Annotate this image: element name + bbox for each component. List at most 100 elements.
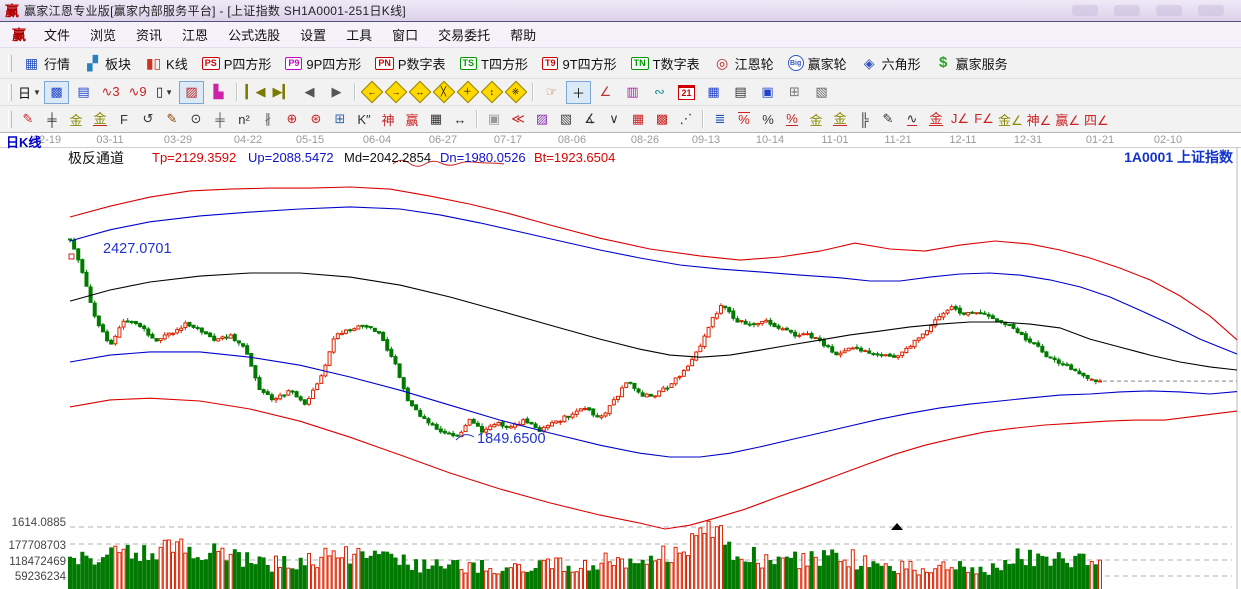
9p-square-button[interactable]: P9 9P四方形 xyxy=(278,52,368,75)
slant-lines-tool[interactable]: ⋰ xyxy=(675,108,697,131)
titlebar-button-blurred[interactable] xyxy=(1156,5,1182,16)
gold-underline-tool[interactable]: 金 xyxy=(925,108,947,131)
nav-last-button[interactable]: ▶▎ xyxy=(270,81,295,104)
histogram-button[interactable]: ▙ xyxy=(206,81,231,104)
kline-button[interactable]: ▮▯ K线 xyxy=(138,52,195,75)
hand-tool-button[interactable]: ☞ xyxy=(539,81,564,104)
red-fan-tool[interactable]: ≪ xyxy=(507,108,529,131)
shen-hatch-tool[interactable]: 神 xyxy=(377,108,399,131)
stats-bars-tool[interactable]: ≣ xyxy=(709,108,731,131)
t-percent-tool[interactable]: % xyxy=(733,108,755,131)
box-tool-button[interactable]: ▥ xyxy=(620,81,645,104)
fan-lines-tool[interactable]: ∡ xyxy=(579,108,601,131)
curve-tool-button[interactable]: ∾ xyxy=(647,81,672,104)
nav-next-button[interactable]: ▶ xyxy=(324,81,349,104)
calendar-21-button[interactable]: 21 xyxy=(674,81,699,104)
mirror-angle-tool[interactable]: ∦ xyxy=(257,108,279,131)
si-angle-tool[interactable]: 四∠ xyxy=(1083,108,1110,131)
n-squared-tool[interactable]: n² xyxy=(233,108,255,131)
zigzag-tool[interactable]: ∨ xyxy=(603,108,625,131)
crosshair-tool-button[interactable]: ＋ xyxy=(566,80,591,104)
diamond-cross-button[interactable]: ╳ xyxy=(432,80,456,104)
menu-item-8[interactable]: 交易委托 xyxy=(428,22,500,47)
percent-line-tool[interactable]: % xyxy=(781,108,803,131)
ying-angle-tool[interactable]: 赢∠ xyxy=(1054,108,1081,131)
gann-circle-tool[interactable]: ⊙ xyxy=(185,108,207,131)
k-quote-tool[interactable]: K″ xyxy=(353,108,375,131)
diamond-plus-button[interactable]: ＋ xyxy=(456,80,480,104)
toolbar-grip[interactable] xyxy=(8,54,12,72)
nav-first-button[interactable]: ▎◀ xyxy=(243,81,268,104)
angle-measure-button[interactable]: ∠ xyxy=(593,81,618,104)
wave3-button[interactable]: ∿3 xyxy=(98,81,123,104)
f-angle-tool[interactable]: F∠ xyxy=(973,108,995,131)
pen-chart-tool[interactable]: ✎ xyxy=(161,108,183,131)
winner-wheel-button[interactable]: Big 赢家轮 xyxy=(781,52,854,75)
j-angle-tool[interactable]: J∠ xyxy=(949,108,971,131)
menu-item-1[interactable]: 浏览 xyxy=(80,22,126,47)
pattern-view-button[interactable]: ▩ xyxy=(44,80,69,104)
f-lines-tool[interactable]: F xyxy=(113,108,135,131)
menu-item-9[interactable]: 帮助 xyxy=(500,22,546,47)
menu-item-2[interactable]: 资讯 xyxy=(126,22,172,47)
hexagon-button[interactable]: ◈ 六角形 xyxy=(854,52,928,75)
menu-item-7[interactable]: 窗口 xyxy=(382,22,428,47)
pen-lines-tool[interactable]: ✎ xyxy=(877,108,899,131)
menu-item-5[interactable]: 设置 xyxy=(290,22,336,47)
toolbar-grip[interactable] xyxy=(8,110,12,128)
titlebar-button-blurred[interactable] xyxy=(1114,5,1140,16)
diamond-vspan-button[interactable]: ↕ xyxy=(480,80,504,104)
ying-hatch-tool[interactable]: 赢 xyxy=(401,108,423,131)
pen-tool[interactable]: ✎ xyxy=(17,108,39,131)
diamond-left-button[interactable]: ← xyxy=(360,80,384,104)
p-square-button[interactable]: PS P四方形 xyxy=(195,52,279,75)
chart-export-button[interactable]: ⊞ xyxy=(782,81,807,104)
hatch-lines-tool[interactable]: ╪ xyxy=(41,108,63,131)
menu-item-4[interactable]: 公式选股 xyxy=(218,22,290,47)
gold-circle-tool[interactable]: 金 xyxy=(805,108,827,131)
window-box-tool[interactable]: ▣ xyxy=(483,108,505,131)
wave-underline-tool[interactable]: ∿ xyxy=(901,108,923,131)
star-circle-tool[interactable]: ⊛ xyxy=(305,108,327,131)
gold-line-tool[interactable]: 金 xyxy=(829,108,851,131)
red-grid-arrow-tool[interactable]: ▩ xyxy=(651,108,673,131)
menu-item-6[interactable]: 工具 xyxy=(336,22,382,47)
quotes-button[interactable]: ▦ 行情 xyxy=(16,52,77,75)
t-number-button[interactable]: TN T数字表 xyxy=(624,52,707,75)
candle-type-dropdown[interactable]: ▯ ▼ xyxy=(152,81,177,104)
gold-angle-tool[interactable]: 金∠ xyxy=(997,108,1024,131)
wave9-button[interactable]: ∿9 xyxy=(125,81,150,104)
diamond-star-button[interactable]: ※ xyxy=(504,80,528,104)
red-pattern-button[interactable]: ▨ xyxy=(179,80,204,104)
trade-pc-button[interactable]: ▧ xyxy=(809,81,834,104)
calculator-button[interactable]: ▦ xyxy=(701,81,726,104)
toolbar-grip[interactable] xyxy=(8,83,12,101)
chart-area[interactable]: 02-19 03-11 03-29 04-22 05-15 06-04 06-27 07-17… xyxy=(0,133,1241,589)
titlebar-button-blurred[interactable] xyxy=(1072,5,1098,16)
grid-123-tool[interactable]: ▦ xyxy=(425,108,447,131)
menu-item-3[interactable]: 江恩 xyxy=(172,22,218,47)
gold-channel2-tool[interactable]: 金 xyxy=(89,108,111,131)
period-day-dropdown[interactable]: 日 ▼ xyxy=(17,81,42,104)
red-grid-tool[interactable]: ▦ xyxy=(627,108,649,131)
hatch2-tool[interactable]: ╪ xyxy=(209,108,231,131)
price-ruler-tool[interactable]: ╠ xyxy=(853,108,875,131)
nav-prev-button[interactable]: ◀ xyxy=(297,81,322,104)
spiral-tool[interactable]: ↺ xyxy=(137,108,159,131)
percent-tool[interactable]: % xyxy=(757,108,779,131)
note-doc-button[interactable]: ▤ xyxy=(71,81,96,104)
save-layout-button[interactable]: ▣ xyxy=(755,81,780,104)
diamond-hspan-button[interactable]: ↔ xyxy=(408,80,432,104)
9t-square-button[interactable]: T9 9T四方形 xyxy=(535,52,624,75)
shen-angle-tool[interactable]: 神∠ xyxy=(1026,108,1053,131)
width-measure-tool[interactable]: ↔ xyxy=(449,108,471,131)
kline-chart-svg[interactable]: 02-19 03-11 03-29 04-22 05-15 06-04 06-27 07-17… xyxy=(0,133,1241,589)
quote-list-button[interactable]: ▤ xyxy=(728,81,753,104)
grid-star-tool[interactable]: ⊞ xyxy=(329,108,351,131)
p-number-button[interactable]: PN P数字表 xyxy=(368,52,452,75)
diamond-right-button[interactable]: → xyxy=(384,80,408,104)
menu-item-0[interactable]: 文件 xyxy=(34,22,80,47)
sectors-button[interactable]: ▞ 板块 xyxy=(77,52,138,75)
t-square-button[interactable]: TS T四方形 xyxy=(453,52,535,75)
gold-channel-tool[interactable]: 金 xyxy=(65,108,87,131)
